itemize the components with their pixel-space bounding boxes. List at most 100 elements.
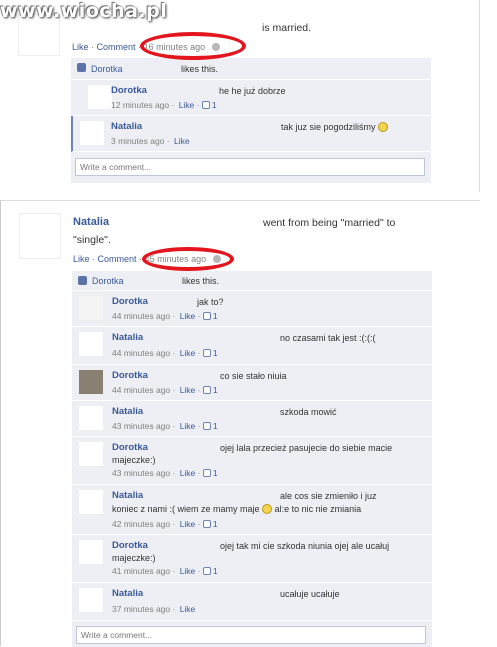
comment-like-link[interactable]: Like [180,421,196,431]
story-relationship-change: Natalia went from being "married" to "si… [0,200,480,647]
highlight-circle [140,32,246,60]
story-action-cont: "single". [73,234,111,246]
comment-text: he he już dobrze [219,86,286,96]
highlight-circle [142,247,234,271]
like-count[interactable]: 1 [213,566,218,576]
comment-text: ojej tak mi cie szkoda niunia ojej ale u… [220,541,390,551]
story-married: is married. Like · Comment · 16 minutes … [0,0,480,192]
like-count[interactable]: 1 [213,468,218,478]
avatar[interactable] [79,120,105,146]
comment-meta: 42 minutes ago · Like · 1 [112,519,218,529]
comment-author[interactable]: Dorotka [111,85,147,96]
comment-like-link[interactable]: Like [180,348,196,358]
comment-author[interactable]: Natalia [112,332,143,343]
thumbs-up-icon [202,567,211,575]
liker-name[interactable]: Dorotka [92,276,124,286]
avatar[interactable] [78,295,104,321]
thumbs-up-icon [202,520,211,528]
comment-author[interactable]: Dorotka [112,370,148,381]
comment-link[interactable]: Comment [98,254,137,264]
comment-author[interactable]: Dorotka [112,540,148,551]
write-comment-input[interactable]: Write a comment... [75,158,425,176]
like-link[interactable]: Like [73,254,90,264]
avatar[interactable] [78,405,104,431]
comment-text: szkoda mowić [280,407,337,417]
like-count[interactable]: 1 [213,421,218,431]
comment-text: no czasami tak jest :(:(:( [280,333,376,343]
comment-author[interactable]: Natalia [112,406,143,417]
smiley-icon [378,122,389,132]
write-comment-input[interactable]: Write a comment... [76,626,426,644]
comment-author[interactable]: Natalia [112,588,143,599]
comment-author[interactable]: Natalia [112,490,143,501]
avatar[interactable] [78,539,104,565]
liker-name[interactable]: Dorotka [91,64,123,74]
comment-text-cont: majeczke:) [112,553,156,563]
comments-box: Dorotka likes this. Dorotka jak to? 44 m… [72,271,432,647]
comment-link[interactable]: Comment [97,42,136,52]
comment-like-link[interactable]: Like [180,385,196,395]
comment-time[interactable]: 44 minutes ago [112,311,170,321]
comment-meta: 44 minutes ago · Like · 1 [112,348,218,358]
comment-time[interactable]: 43 minutes ago [112,421,170,431]
comment-meta: 37 minutes ago · Like [112,604,196,614]
comment-item: Natalia ale cos sie zmieniło i juz konie… [72,485,432,535]
like-count[interactable]: 1 [213,348,218,358]
comment-meta: 43 minutes ago · Like · 1 [112,421,218,431]
comment-time[interactable]: 44 minutes ago [112,348,170,358]
comment-time[interactable]: 12 minutes ago [111,100,169,110]
avatar[interactable] [78,331,104,357]
like-link[interactable]: Like [72,42,89,52]
thumbs-up-icon [78,276,87,285]
comment-meta: 12 minutes ago · Like · 1 [111,100,217,110]
comment-like-link[interactable]: Like [180,519,196,529]
comment-text: ucałuje ucałuje [280,589,340,599]
comment-meta: 41 minutes ago · Like · 1 [112,566,218,576]
comment-like-link[interactable]: Like [180,468,196,478]
comment-author[interactable]: Natalia [111,121,142,132]
comment-meta: 44 minutes ago · Like · 1 [112,385,218,395]
comment-item: Natalia no czasami tak jest :(:(:( 44 mi… [72,327,432,365]
like-count[interactable]: 1 [213,385,218,395]
avatar[interactable] [78,489,104,515]
comment-time[interactable]: 42 minutes ago [112,519,170,529]
comments-box: Dorotka likes this. Dorotka he he już do… [71,58,431,183]
comment-text: ale cos sie zmieniło i juz [280,491,377,501]
comment-like-link[interactable]: Like [180,311,196,321]
comment-time[interactable]: 43 minutes ago [112,468,170,478]
like-count[interactable]: 1 [212,100,217,110]
comment-item: Dorotka jak to? 44 minutes ago · Like · … [72,291,432,327]
comment-time[interactable]: 3 minutes ago [111,136,164,146]
comment-time[interactable]: 44 minutes ago [112,385,170,395]
avatar[interactable] [19,213,61,259]
avatar[interactable] [78,369,104,395]
comment-author[interactable]: Dorotka [112,442,148,453]
thumbs-up-icon [202,312,211,320]
story-author[interactable]: Natalia [73,216,109,228]
thumbs-up-icon [202,422,211,430]
avatar[interactable] [78,587,104,613]
likes-row: Dorotka likes this. [72,271,432,291]
story-action: went from being "married" to [263,217,396,229]
like-count[interactable]: 1 [213,311,218,321]
comment-time[interactable]: 41 minutes ago [112,566,170,576]
comment-meta: 43 minutes ago · Like · 1 [112,468,218,478]
comment-text: co sie stało niuia [220,371,287,381]
avatar[interactable] [78,441,104,467]
like-count[interactable]: 1 [213,519,218,529]
comment-item: Natalia szkoda mowić 43 minutes ago · Li… [72,401,432,437]
comment-author[interactable]: Dorotka [112,296,148,307]
comment-like-link[interactable]: Like [179,100,195,110]
comment-time[interactable]: 37 minutes ago [112,604,170,614]
comment-item: Natalia tak juz sie pogodziliśmy 3 minut… [71,116,431,152]
smiley-icon [262,504,273,514]
thumbs-up-icon [202,349,211,357]
comment-like-link[interactable]: Like [180,604,196,614]
comment-like-link[interactable]: Like [180,566,196,576]
thumbs-up-icon [77,63,86,72]
comment-text: ojej lala przecież pasujecie do siebie m… [220,443,393,453]
avatar[interactable] [87,84,113,110]
thumbs-up-icon [202,469,211,477]
comment-like-link[interactable]: Like [174,136,190,146]
comment-item: Dorotka co sie stało niuia 44 minutes ag… [72,365,432,401]
